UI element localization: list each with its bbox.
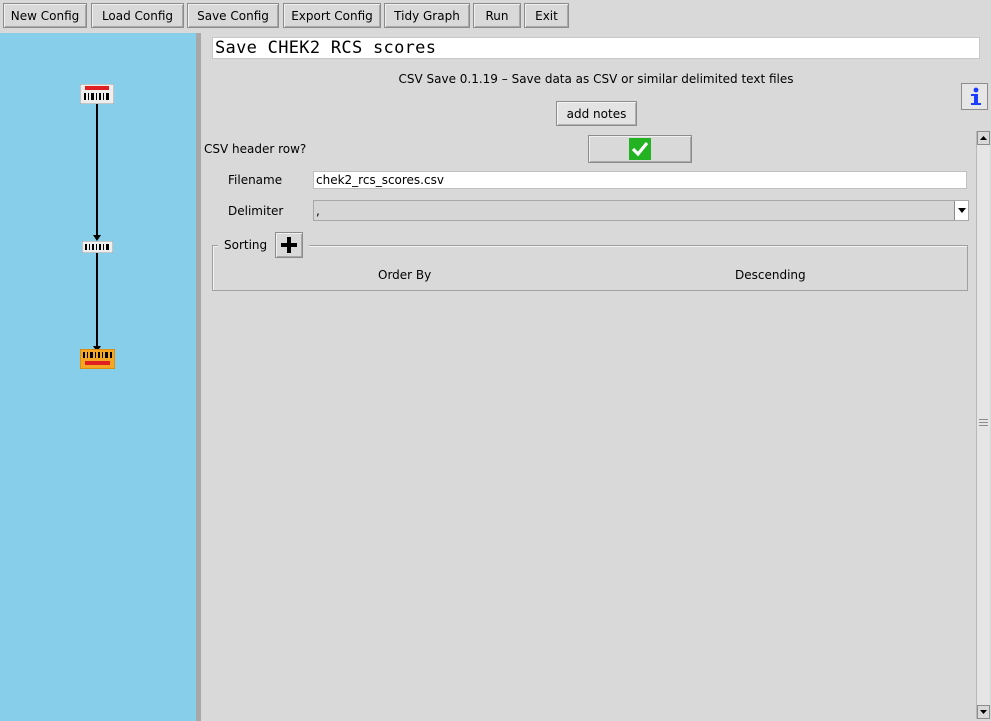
new-config-button[interactable]: New Config <box>3 3 87 28</box>
csv-header-row-label: CSV header row? <box>204 142 307 156</box>
graph-canvas[interactable] <box>0 33 196 721</box>
chevron-down-icon <box>957 208 966 213</box>
checkbox-checked <box>629 138 651 160</box>
sorting-group <box>212 245 968 291</box>
plus-icon <box>281 237 298 253</box>
info-icon <box>970 87 981 105</box>
exit-button[interactable]: Exit <box>524 3 569 28</box>
save-config-button[interactable]: Save Config <box>187 3 279 28</box>
node-description: CSV Save 0.1.19 – Save data as CSV or si… <box>398 72 794 86</box>
source-node-icon <box>79 83 115 105</box>
arrow-up-icon <box>980 136 987 140</box>
order-by-column-header: Order By <box>378 268 432 282</box>
toolbar: New Config Load Config Save Config Expor… <box>0 0 991 33</box>
graph-edge <box>96 104 98 236</box>
vertical-scrollbar[interactable] <box>976 131 990 719</box>
graph-edge <box>96 253 98 349</box>
arrow-down-icon <box>980 710 987 714</box>
run-button[interactable]: Run <box>473 3 521 28</box>
info-button[interactable] <box>961 83 988 110</box>
sorting-label: Sorting <box>224 238 268 252</box>
sorting-legend: Sorting <box>218 232 310 258</box>
dropdown-button[interactable] <box>954 201 968 220</box>
delimiter-value: , <box>316 203 320 218</box>
scroll-up-button[interactable] <box>977 131 990 145</box>
scroll-down-button[interactable] <box>977 705 990 719</box>
add-notes-button[interactable]: add notes <box>556 101 637 126</box>
graph-node-save-selected[interactable] <box>79 348 116 372</box>
filter-node-icon <box>81 240 114 254</box>
scroll-grip-icon[interactable] <box>979 419 988 427</box>
csv-header-row-toggle[interactable] <box>588 135 692 163</box>
add-sort-button[interactable] <box>275 232 304 258</box>
node-name-input[interactable]: Save CHEK2 RCS scores <box>212 37 980 59</box>
tidy-graph-button[interactable]: Tidy Graph <box>384 3 470 28</box>
panel-divider[interactable] <box>196 33 201 721</box>
load-config-button[interactable]: Load Config <box>91 3 184 28</box>
delimiter-label: Delimiter <box>228 204 284 218</box>
filename-label: Filename <box>228 173 283 187</box>
delimiter-select[interactable]: , <box>313 200 969 221</box>
checkmark-icon <box>631 141 649 157</box>
filename-input[interactable]: chek2_rcs_scores.csv <box>313 171 967 189</box>
save-node-icon <box>79 348 116 370</box>
descending-column-header: Descending <box>735 268 806 282</box>
export-config-button[interactable]: Export Config <box>283 3 381 28</box>
